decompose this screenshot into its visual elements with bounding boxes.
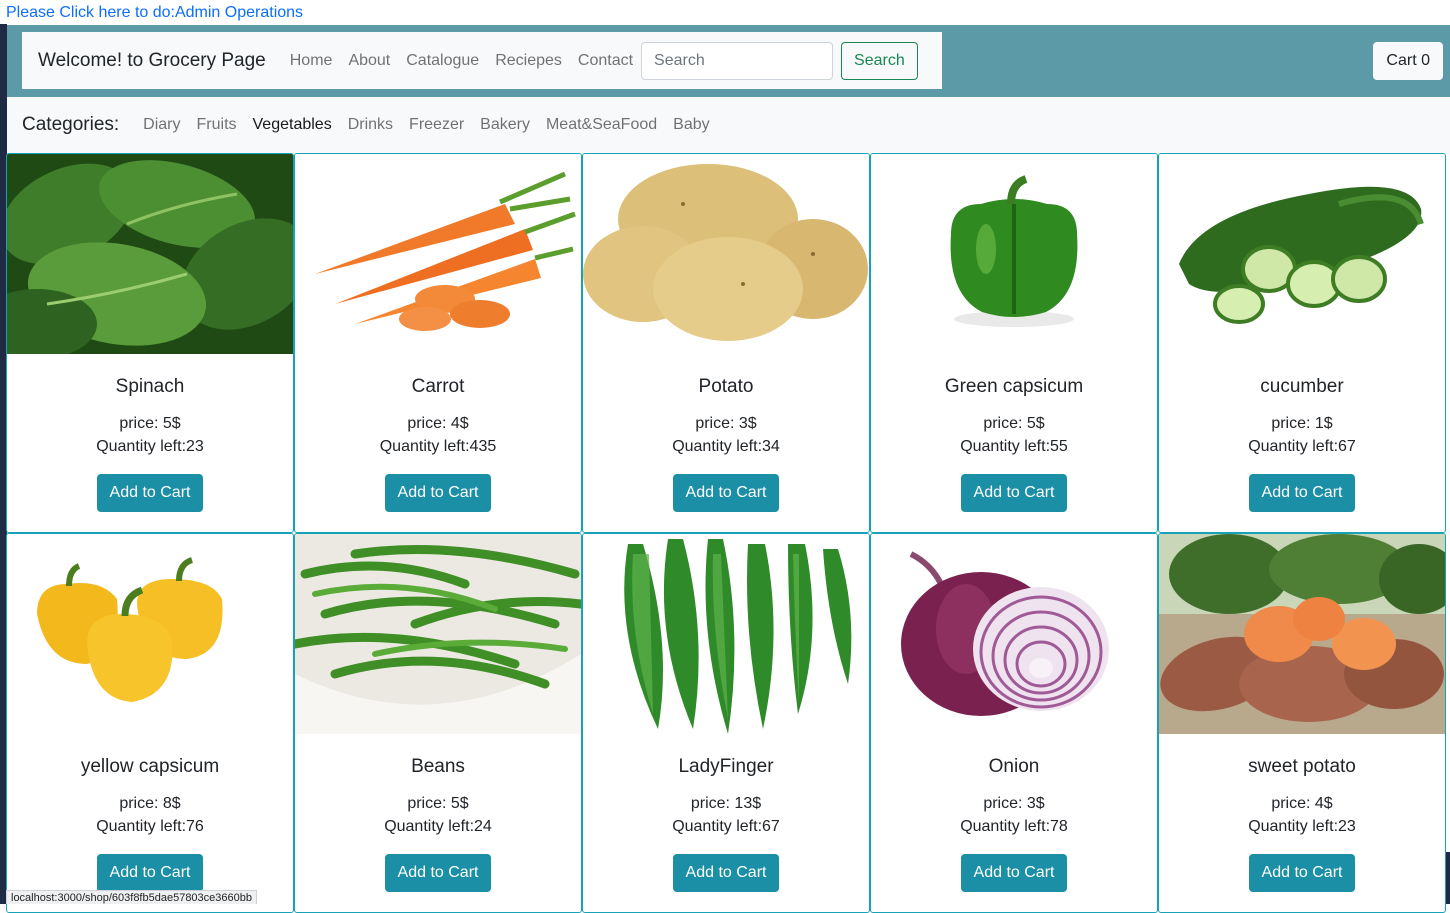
product-quantity: Quantity left:34 <box>672 438 780 455</box>
product-card: Potato price: 3$ Quantity left:34 Add to… <box>582 153 870 533</box>
spinach-image <box>7 154 293 354</box>
navbar-box: Welcome! to Grocery Page Home About Cata… <box>22 32 942 89</box>
ladyfinger-image <box>583 534 869 734</box>
product-name: cucumber <box>1260 376 1344 397</box>
product-name: LadyFinger <box>678 756 774 777</box>
sweet-potato-image <box>1159 534 1445 734</box>
product-quantity: Quantity left:23 <box>96 438 204 455</box>
product-price: price: 5$ <box>407 795 469 812</box>
potato-image <box>583 154 869 354</box>
product-price: price: 4$ <box>1271 795 1333 812</box>
product-price: price: 1$ <box>1271 415 1333 432</box>
product-name: Spinach <box>115 376 185 397</box>
add-to-cart-button[interactable]: Add to Cart <box>96 474 204 512</box>
carrot-image <box>295 154 581 354</box>
product-quantity: Quantity left:78 <box>960 818 1068 835</box>
window-edge <box>1446 852 1450 904</box>
add-to-cart-button[interactable]: Add to Cart <box>960 854 1068 892</box>
product-price: price: 3$ <box>983 795 1045 812</box>
cart-button[interactable]: Cart 0 <box>1373 42 1443 80</box>
product-name: Beans <box>411 756 465 777</box>
add-to-cart-button[interactable]: Add to Cart <box>96 854 204 892</box>
category-meat-seafood-link[interactable]: Meat&SeaFood <box>546 116 657 134</box>
product-price: price: 8$ <box>119 795 181 812</box>
product-card: Onion price: 3$ Quantity left:78 Add to … <box>870 533 1158 913</box>
top-navbar: Welcome! to Grocery Page Home About Cata… <box>7 25 1450 97</box>
product-quantity: Quantity left:76 <box>96 818 204 835</box>
add-to-cart-button[interactable]: Add to Cart <box>384 474 492 512</box>
product-name: Onion <box>988 756 1040 777</box>
admin-operations-link[interactable]: Please Click here to do:Admin Operations <box>6 4 303 22</box>
product-price: price: 3$ <box>695 415 757 432</box>
add-to-cart-button[interactable]: Add to Cart <box>1248 474 1356 512</box>
product-quantity: Quantity left:23 <box>1248 818 1356 835</box>
product-card: Spinach price: 5$ Quantity left:23 Add t… <box>6 153 294 533</box>
brand-title[interactable]: Welcome! to Grocery Page <box>38 50 266 72</box>
add-to-cart-button[interactable]: Add to Cart <box>672 854 780 892</box>
search-input[interactable] <box>641 41 834 80</box>
onion-image <box>871 534 1157 734</box>
yellow-capsicum-image <box>7 534 293 734</box>
green-capsicum-image <box>871 154 1157 354</box>
nav-recipes-link[interactable]: Reciepes <box>495 52 562 70</box>
product-card: Carrot price: 4$ Quantity left:435 Add t… <box>294 153 582 533</box>
nav-catalogue-link[interactable]: Catalogue <box>406 52 479 70</box>
product-name: Carrot <box>411 376 465 397</box>
category-baby-link[interactable]: Baby <box>673 116 709 134</box>
product-quantity: Quantity left:55 <box>960 438 1068 455</box>
cucumber-image <box>1159 154 1445 354</box>
product-quantity: Quantity left:67 <box>672 818 780 835</box>
product-quantity: Quantity left:67 <box>1248 438 1356 455</box>
search-button[interactable]: Search <box>841 41 918 80</box>
category-diary-link[interactable]: Diary <box>143 116 180 134</box>
category-bakery-link[interactable]: Bakery <box>480 116 530 134</box>
category-freezer-link[interactable]: Freezer <box>409 116 464 134</box>
product-name: Green capsicum <box>944 376 1084 397</box>
nav-home-link[interactable]: Home <box>290 52 333 70</box>
product-card: Beans price: 5$ Quantity left:24 Add to … <box>294 533 582 913</box>
product-card: cucumber price: 1$ Quantity left:67 Add … <box>1158 153 1446 533</box>
product-price: price: 5$ <box>119 415 181 432</box>
product-price: price: 4$ <box>407 415 469 432</box>
nav-contact-link[interactable]: Contact <box>578 52 633 70</box>
product-name: Potato <box>698 376 754 397</box>
category-fruits-link[interactable]: Fruits <box>197 116 237 134</box>
category-vegetables-link[interactable]: Vegetables <box>253 116 332 134</box>
add-to-cart-button[interactable]: Add to Cart <box>960 474 1068 512</box>
add-to-cart-button[interactable]: Add to Cart <box>672 474 780 512</box>
product-price: price: 13$ <box>690 795 762 812</box>
product-name: sweet potato <box>1248 756 1356 777</box>
product-price: price: 5$ <box>983 415 1045 432</box>
product-grid: Spinach price: 5$ Quantity left:23 Add t… <box>6 153 1446 913</box>
product-card: sweet potato price: 4$ Quantity left:23 … <box>1158 533 1446 913</box>
product-card: yellow capsicum price: 8$ Quantity left:… <box>6 533 294 913</box>
product-card: LadyFinger price: 13$ Quantity left:67 A… <box>582 533 870 913</box>
product-name: yellow capsicum <box>80 756 220 777</box>
category-drinks-link[interactable]: Drinks <box>348 116 393 134</box>
beans-image <box>295 534 581 734</box>
product-quantity: Quantity left:24 <box>384 818 492 835</box>
nav-about-link[interactable]: About <box>348 52 390 70</box>
product-card: Green capsicum price: 5$ Quantity left:5… <box>870 153 1158 533</box>
status-bar-url: localhost:3000/shop/603f8fb5dae57803ce36… <box>6 890 257 904</box>
add-to-cart-button[interactable]: Add to Cart <box>1248 854 1356 892</box>
add-to-cart-button[interactable]: Add to Cart <box>384 854 492 892</box>
categories-bar: Categories: Diary Fruits Vegetables Drin… <box>7 97 1450 153</box>
product-quantity: Quantity left:435 <box>379 438 497 455</box>
categories-label: Categories: <box>22 114 120 135</box>
